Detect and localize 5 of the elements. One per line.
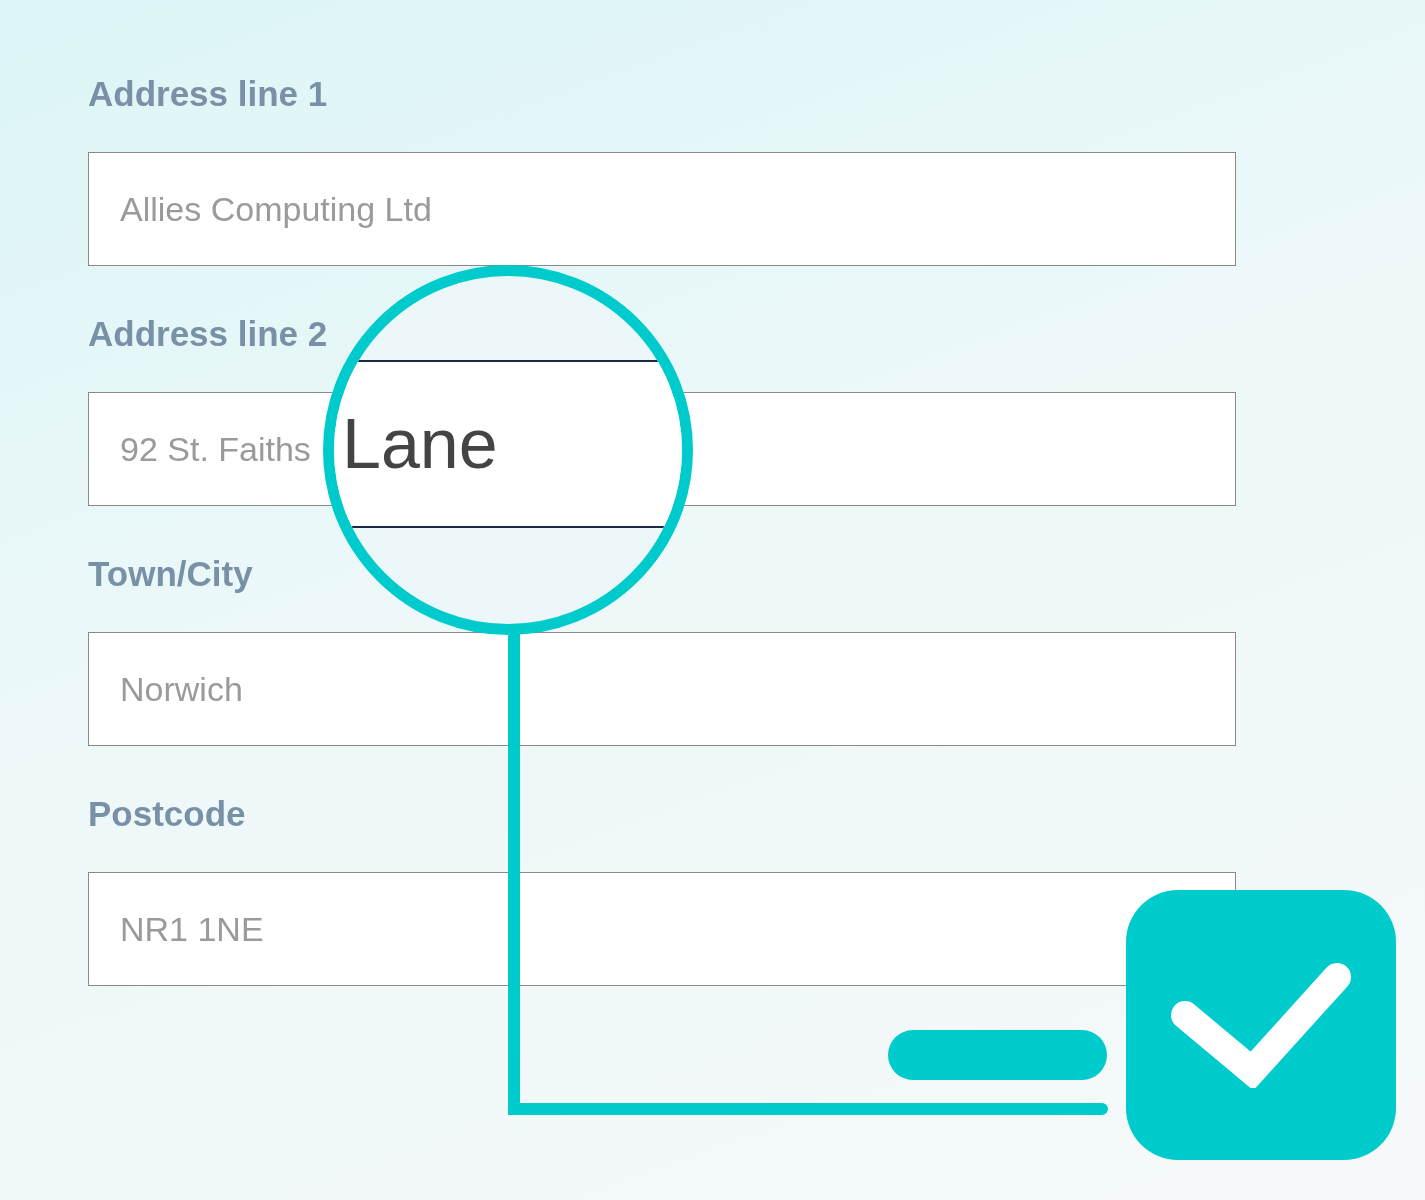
field-label: Postcode xyxy=(88,793,246,835)
field-label: Town/City xyxy=(88,553,253,595)
field-label: Address line 2 xyxy=(88,313,328,355)
field-label: Address line 1 xyxy=(88,73,328,115)
magnified-text: Lane xyxy=(342,409,498,479)
